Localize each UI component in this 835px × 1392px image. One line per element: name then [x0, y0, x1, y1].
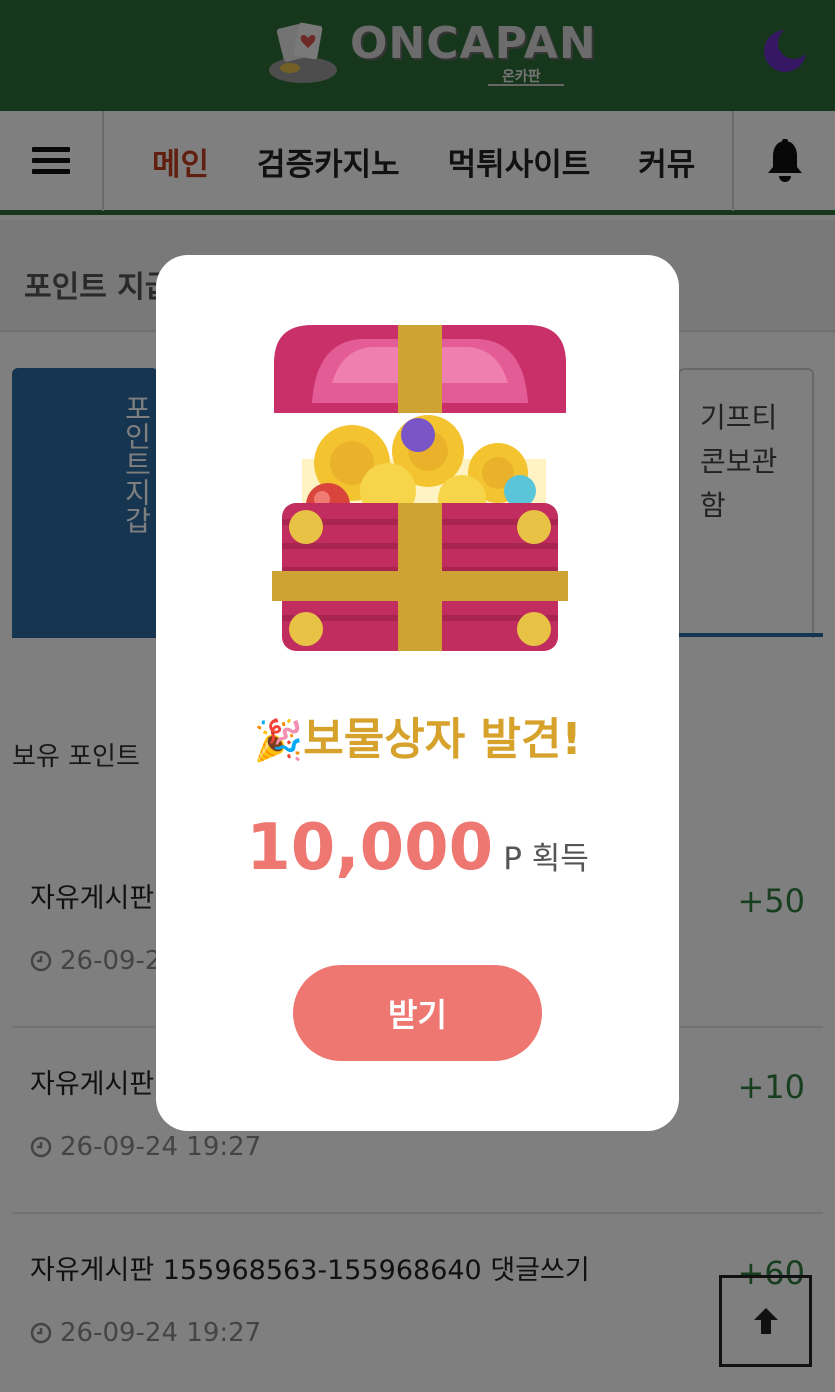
treasure-modal: 🎉보물상자 발견! 10,000 P 획득 받기: [156, 255, 679, 1131]
reward-display: 10,000 P 획득: [156, 811, 679, 885]
modal-title: 🎉보물상자 발견!: [156, 703, 679, 767]
modal-title-text: 보물상자 발견!: [303, 714, 582, 765]
reward-unit: P 획득: [503, 841, 589, 877]
claim-button[interactable]: 받기: [293, 965, 542, 1061]
party-popper-icon: 🎉: [253, 718, 304, 764]
treasure-chest-icon: [272, 325, 568, 651]
scroll-top-button[interactable]: [719, 1275, 812, 1367]
reward-amount: 10,000: [246, 811, 494, 885]
arrow-up-icon: [753, 1308, 778, 1334]
